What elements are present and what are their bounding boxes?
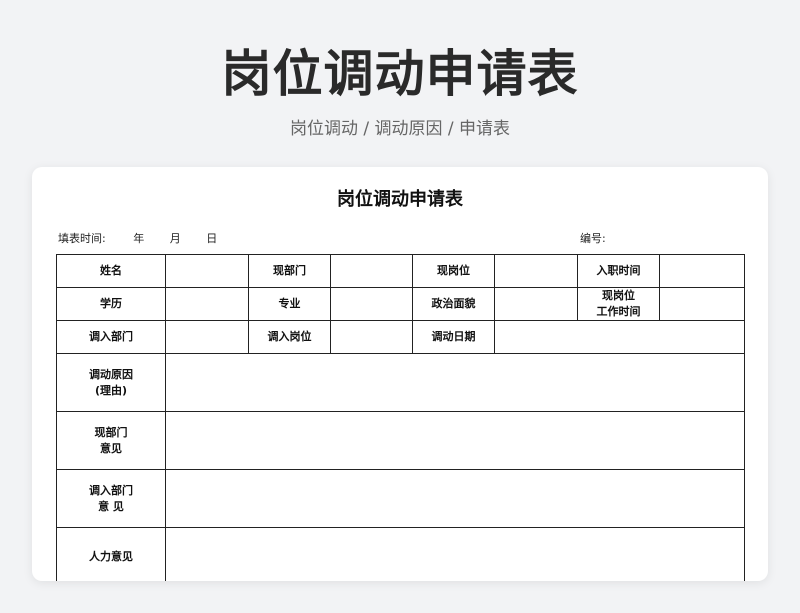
field-major[interactable] [330,287,413,321]
field-education[interactable] [165,287,249,321]
page-subtitle: 岗位调动 / 调动原因 / 申请表 [289,119,511,139]
month-label: 月 [169,232,181,245]
label-transfer-dept: 调入部门 [56,320,166,354]
transfer-form-table: 姓名 现部门 现岗位 入职时间 学历 专业 政治面貌 现岗位 工作时间 调入部门 [56,254,745,581]
label-transfer-dept-opinion-line1: 调入部门 [89,483,133,497]
label-transfer-date: 调动日期 [412,320,495,354]
label-current-dept-opinion-line2: 意见 [100,441,122,455]
label-current-dept: 现部门 [248,254,331,288]
label-transfer-dept-opinion: 调入部门 意 见 [56,469,166,528]
field-current-dept-opinion[interactable] [165,411,745,470]
field-reason[interactable] [165,353,745,412]
field-entry-time[interactable] [659,254,745,288]
field-transfer-position[interactable] [330,320,413,354]
label-position-work-time: 现岗位 工作时间 [577,287,660,321]
label-current-dept-opinion: 现部门 意见 [56,411,166,470]
label-transfer-dept-opinion-line2: 意 见 [98,499,124,513]
label-education: 学历 [56,287,166,321]
field-position-work-time[interactable] [659,287,745,321]
fill-time-label: 填表时间: [58,232,106,245]
label-transfer-position: 调入岗位 [248,320,331,354]
day-label: 日 [206,232,218,245]
field-transfer-date[interactable] [494,320,745,354]
field-name[interactable] [165,254,249,288]
label-current-position: 现岗位 [412,254,495,288]
label-entry-time: 入职时间 [577,254,660,288]
label-reason: 调动原因 (理由) [56,353,166,412]
form-title: 岗位调动申请表 [337,189,463,210]
year-label: 年 [133,232,145,245]
field-political-status[interactable] [494,287,578,321]
field-transfer-dept[interactable] [165,320,249,354]
label-major: 专业 [248,287,331,321]
label-reason-line1: 调动原因 [89,367,133,381]
label-position-work-time-line2: 工作时间 [596,305,641,318]
label-current-dept-opinion-line1: 现部门 [94,425,128,439]
fill-time: 填表时间: 年 月 日 [58,230,217,246]
field-transfer-dept-opinion[interactable] [165,469,745,528]
form-card: 岗位调动申请表 填表时间: 年 月 日 编号: 姓名 现部门 现岗位 入职时间 … [32,167,768,581]
field-hr-opinion[interactable] [165,527,745,581]
label-position-work-time-line1: 现岗位 [602,289,635,302]
page-title: 岗位调动申请表 [221,45,579,103]
label-hr-opinion: 人力意见 [56,527,166,581]
label-reason-line2: (理由) [94,383,128,397]
field-current-dept[interactable] [330,254,413,288]
label-political-status: 政治面貌 [412,287,495,321]
label-name: 姓名 [56,254,166,288]
number-label: 编号: [580,232,606,245]
field-current-position[interactable] [494,254,578,288]
